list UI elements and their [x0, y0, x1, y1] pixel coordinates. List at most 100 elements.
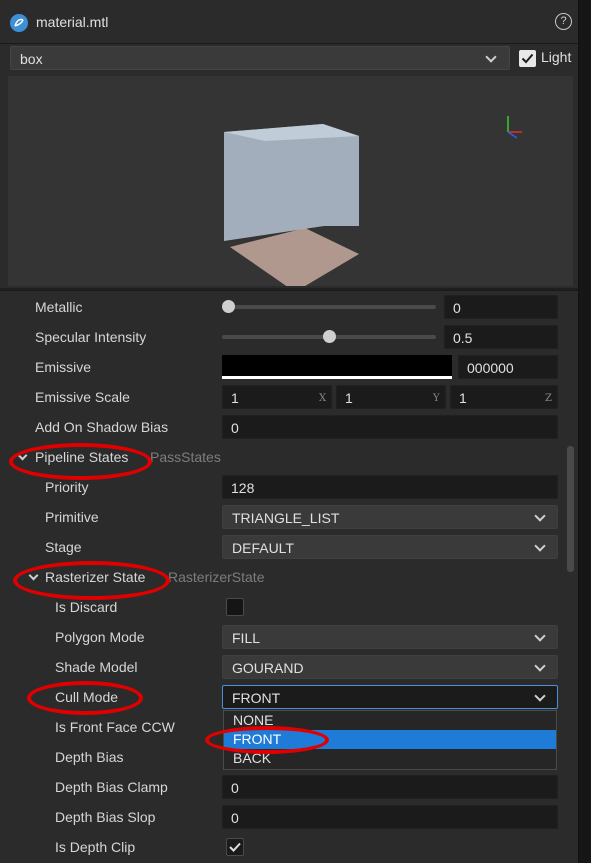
- shadow-bias-label: Add On Shadow Bias: [35, 419, 169, 435]
- cull-mode-option[interactable]: BACK: [224, 749, 556, 768]
- cull-mode-option[interactable]: FRONT: [224, 730, 556, 749]
- specular-row: Specular Intensity 0.5: [0, 322, 578, 352]
- emissive-scale-z-value: 1: [459, 390, 467, 406]
- cull-mode-option[interactable]: NONE: [224, 711, 556, 730]
- material-preview: box Light: [0, 44, 578, 288]
- primitive-value: TRIANGLE_LIST: [232, 510, 340, 526]
- primitive-select[interactable]: TRIANGLE_LIST: [222, 505, 558, 529]
- metallic-slider[interactable]: [222, 305, 436, 309]
- emissive-hex-input[interactable]: 000000: [458, 355, 558, 379]
- box-preview-graphic: [224, 116, 522, 286]
- emissive-scale-y-value: 1: [345, 390, 353, 406]
- priority-input[interactable]: 128: [222, 475, 558, 499]
- emissive-scale-label: Emissive Scale: [35, 389, 130, 405]
- metallic-value: 0: [453, 300, 461, 316]
- polygon-mode-label: Polygon Mode: [55, 629, 145, 645]
- stage-value: DEFAULT: [232, 540, 294, 556]
- depth-bias-slop-input[interactable]: 0: [222, 805, 558, 829]
- specular-value: 0.5: [453, 330, 473, 346]
- front-face-label: Is Front Face CCW: [55, 719, 175, 735]
- stage-label: Stage: [45, 539, 82, 555]
- specular-label: Specular Intensity: [35, 329, 147, 345]
- chevron-down-icon: [28, 570, 39, 581]
- pipeline-states-header[interactable]: Pipeline States PassStates: [0, 442, 578, 472]
- depth-bias-clamp-value: 0: [231, 780, 239, 796]
- emissive-scale-y-input[interactable]: 1 Y: [336, 385, 446, 409]
- emissive-scale-x-value: 1: [231, 390, 239, 406]
- cull-mode-dropdown: NONE FRONT BACK: [223, 710, 557, 770]
- chevron-down-icon: [534, 510, 546, 522]
- axis-y-label: Y: [433, 393, 440, 404]
- pipeline-states-label: Pipeline States: [35, 449, 129, 465]
- emissive-scale-z-input[interactable]: 1 Z: [450, 385, 558, 409]
- chevron-down-icon: [534, 540, 546, 552]
- is-discard-row: Is Discard: [0, 592, 578, 622]
- metallic-slider-handle[interactable]: [222, 300, 235, 313]
- priority-row: Priority 128: [0, 472, 578, 502]
- axis-x-label: X: [319, 393, 327, 404]
- chevron-down-icon: [534, 630, 546, 642]
- priority-value: 128: [231, 480, 255, 496]
- specular-slider-handle[interactable]: [322, 330, 336, 343]
- cull-mode-value: FRONT: [232, 690, 281, 706]
- shadow-bias-row: Add On Shadow Bias 0: [0, 412, 578, 442]
- depth-clip-row: Is Depth Clip: [0, 832, 578, 862]
- is-discard-label: Is Discard: [55, 599, 118, 615]
- shade-model-select[interactable]: GOURAND: [222, 655, 558, 679]
- depth-bias-clamp-label: Depth Bias Clamp: [55, 779, 168, 795]
- shade-model-label: Shade Model: [55, 659, 138, 675]
- polygon-mode-value: FILL: [232, 630, 261, 646]
- cull-mode-option-label: BACK: [233, 750, 272, 766]
- cull-mode-row: Cull Mode FRONT: [0, 682, 578, 712]
- properties-scrollbar[interactable]: [567, 446, 574, 572]
- primitive-row: Primitive TRIANGLE_LIST: [0, 502, 578, 532]
- preview-mesh-select[interactable]: box: [10, 46, 510, 70]
- cull-mode-select[interactable]: FRONT: [222, 685, 558, 709]
- depth-clip-label: Is Depth Clip: [55, 839, 136, 855]
- rasterizer-state-header[interactable]: Rasterizer State RasterizerState: [0, 562, 578, 592]
- rasterizer-state-type: RasterizerState: [168, 569, 265, 585]
- metallic-label: Metallic: [35, 299, 83, 315]
- panel-title: material.mtl: [36, 14, 109, 30]
- preview-mesh-value: box: [20, 51, 43, 67]
- polygon-mode-row: Polygon Mode FILL: [0, 622, 578, 652]
- chevron-down-icon: [485, 51, 497, 63]
- rasterizer-state-label: Rasterizer State: [45, 569, 146, 585]
- metallic-row: Metallic 0: [0, 292, 578, 322]
- metallic-input[interactable]: 0: [444, 295, 558, 319]
- chevron-down-icon: [534, 660, 546, 672]
- shadow-bias-input[interactable]: 0: [222, 415, 558, 439]
- checkmark-icon: [521, 53, 534, 64]
- cull-mode-option-label: NONE: [233, 712, 274, 728]
- engine-logo-icon: [10, 14, 28, 32]
- emissive-scale-row: Emissive Scale 1 X 1 Y 1 Z: [0, 382, 578, 412]
- depth-bias-slop-label: Depth Bias Slop: [55, 809, 156, 825]
- is-discard-checkbox[interactable]: [226, 598, 244, 616]
- light-checkbox[interactable]: [519, 50, 536, 67]
- preview-viewport[interactable]: [8, 76, 573, 286]
- pipeline-states-type: PassStates: [150, 449, 221, 465]
- specular-input[interactable]: 0.5: [444, 325, 558, 349]
- shade-model-value: GOURAND: [232, 660, 304, 676]
- emissive-color-swatch[interactable]: [222, 355, 452, 379]
- stage-select[interactable]: DEFAULT: [222, 535, 558, 559]
- emissive-scale-x-input[interactable]: 1 X: [222, 385, 332, 409]
- shade-model-row: Shade Model GOURAND: [0, 652, 578, 682]
- cull-mode-label: Cull Mode: [55, 689, 119, 705]
- panel-header: material.mtl ?: [0, 0, 591, 44]
- emissive-row: Emissive 000000: [0, 352, 578, 382]
- depth-clip-checkbox[interactable]: [226, 838, 244, 856]
- help-icon[interactable]: ?: [555, 13, 572, 30]
- chevron-down-icon: [534, 690, 546, 702]
- light-label: Light: [541, 49, 572, 65]
- checkmark-icon: [229, 842, 241, 852]
- emissive-hex-value: 000000: [467, 360, 514, 376]
- panel-edge: [578, 0, 591, 863]
- depth-bias-label: Depth Bias: [55, 749, 124, 765]
- cull-mode-option-label: FRONT: [233, 731, 282, 747]
- polygon-mode-select[interactable]: FILL: [222, 625, 558, 649]
- chevron-down-icon: [17, 450, 28, 461]
- priority-label: Priority: [45, 479, 89, 495]
- depth-bias-clamp-input[interactable]: 0: [222, 775, 558, 799]
- depth-bias-slop-row: Depth Bias Slop 0: [0, 802, 578, 832]
